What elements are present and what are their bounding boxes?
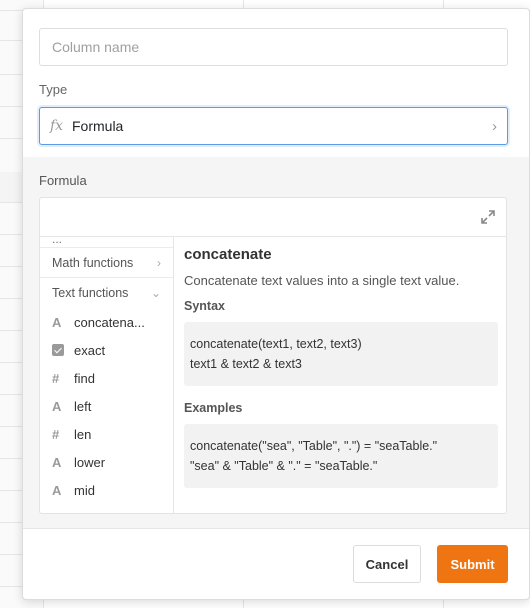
function-name: exact [74,342,106,358]
text-icon: A [52,398,62,414]
formula-section: Formula ... Math functions › Text functi… [23,157,529,528]
formula-editor: ... Math functions › Text functions ⌄ A … [39,197,507,514]
column-type-select[interactable]: fx Formula › [39,107,508,145]
category-label: Math functions [52,255,134,270]
function-item-len[interactable]: # len [40,420,173,448]
function-item-left[interactable]: A left [40,392,173,420]
code-line: concatenate(text1, text2, text3) [190,337,362,351]
function-name: len [74,426,92,442]
syntax-label: Syntax [184,299,225,313]
category-text-functions[interactable]: Text functions ⌄ [40,278,173,308]
category-math-functions[interactable]: Math functions › [40,248,173,278]
footer-divider [23,528,529,529]
function-title: concatenate [184,246,272,263]
function-name: concatena... [74,314,145,330]
text-icon: A [52,314,62,330]
code-line: "sea" & "Table" & "." = "seaTable." [190,459,378,473]
examples-label: Examples [184,401,243,415]
function-documentation: concatenate Concatenate text values into… [184,246,498,488]
column-editor-popover: Type fx Formula › Formula ... Math funct… [22,8,530,600]
function-item-exact[interactable]: exact [40,336,173,364]
function-item-concatenate[interactable]: A concatena... [40,308,173,336]
chevron-right-icon: › [157,255,161,270]
fx-icon: fx [50,118,64,134]
type-label: Type [39,82,68,97]
expand-icon[interactable] [480,209,496,225]
category-item-partial[interactable]: ... [40,237,173,248]
function-name: find [74,370,95,386]
column-name-input[interactable] [39,28,508,66]
chevron-down-icon: ⌄ [150,286,161,300]
column-type-value: Formula [72,118,124,134]
cancel-button[interactable]: Cancel [353,545,421,583]
examples-code-block: concatenate("sea", "Table", ".") = "seaT… [184,424,498,488]
number-icon: # [52,426,60,442]
formula-label: Formula [39,173,87,188]
code-line: concatenate("sea", "Table", ".") = "seaT… [190,439,438,453]
checkbox-icon [52,344,64,356]
number-icon: # [52,370,60,386]
function-list[interactable]: ... Math functions › Text functions ⌄ A … [40,237,174,513]
function-item-mid[interactable]: A mid [40,476,173,504]
category-label: Text functions [52,286,129,300]
function-item-find[interactable]: # find [40,364,173,392]
submit-button[interactable]: Submit [437,545,508,583]
chevron-right-icon: › [492,117,497,135]
text-icon: A [52,454,62,470]
function-name: lower [74,454,106,470]
function-item-lower[interactable]: A lower [40,448,173,476]
syntax-code-block: concatenate(text1, text2, text3) text1 &… [184,322,498,386]
formula-input[interactable] [40,198,506,237]
function-description: Concatenate text values into a single te… [184,273,460,288]
code-line: text1 & text2 & text3 [190,357,302,371]
text-icon: A [52,482,62,498]
function-name: mid [74,482,95,498]
function-name: left [74,398,92,414]
